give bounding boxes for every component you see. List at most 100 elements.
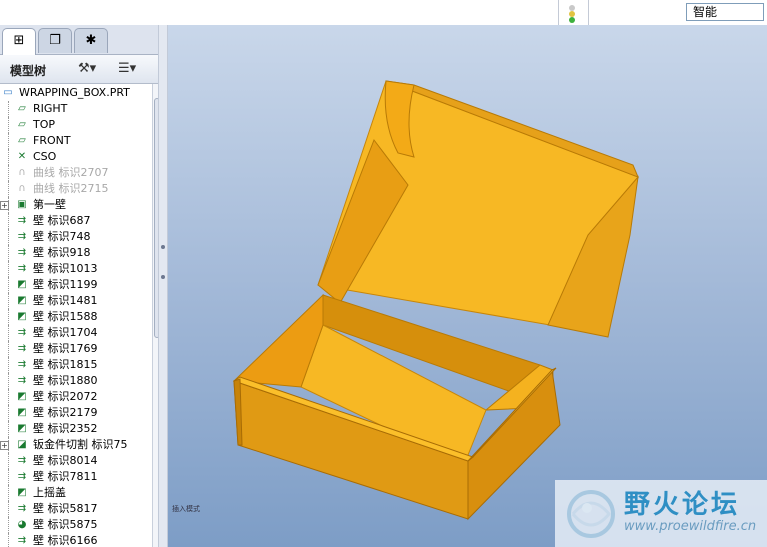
coordinate-system-icon: ✕: [17, 151, 27, 162]
lid-icon: ◩: [17, 487, 27, 498]
flange-wall-icon: ◩: [17, 311, 27, 322]
flat-wall-icon: ⇉: [17, 503, 27, 514]
flat-wall-icon: ⇉: [17, 343, 27, 354]
datum-plane-icon: ▱: [18, 103, 26, 114]
top-toolbar: 智能: [0, 0, 767, 26]
tree-item[interactable]: ⇉ 壁 标识1880: [0, 373, 150, 389]
tree-item-label: 壁 标识1880: [33, 374, 98, 387]
watermark-title: 野火论坛: [624, 490, 741, 520]
flat-wall-icon: ⇉: [17, 327, 27, 338]
bend-wall-icon: ◕: [17, 519, 27, 530]
watermark-logo-icon: [567, 490, 615, 538]
tree-item-label: 壁 标识1199: [33, 278, 98, 291]
tree-item[interactable]: ⇉ 壁 标识1013: [0, 261, 150, 277]
box-model-3d: [232, 80, 639, 521]
tree-item[interactable]: ⇉ 壁 标识918: [0, 245, 150, 261]
flat-wall-icon: ⇉: [17, 263, 27, 274]
tree-item[interactable]: ◩ 壁 标识2072: [0, 389, 150, 405]
tree-item[interactable]: ◩ 壁 标识1588: [0, 309, 150, 325]
tree-item-label: 壁 标识7811: [33, 470, 98, 483]
tree-item-label: 上摇盖: [33, 486, 66, 499]
tree-item[interactable]: ⇉ 壁 标识748: [0, 229, 150, 245]
watermark-url: www.proewildfire.cn: [624, 519, 757, 534]
tab-model-tree[interactable]: ⊞: [2, 28, 36, 55]
tree-item[interactable]: ◩ 上摇盖: [0, 485, 150, 501]
part-icon: ▭: [3, 87, 13, 98]
tree-item-label: 壁 标识2072: [33, 390, 98, 403]
model-tree: ▭ WRAPPING_BOX.PRT ▱ RIGHT ▱ TOP ▱ FRONT ✕ CSO ∩ 曲线…: [0, 84, 152, 547]
flat-wall-icon: ⇉: [17, 455, 27, 466]
tree-item-label: 壁 标识8014: [33, 454, 98, 467]
tree-item-label: 钣金件切割 标识75: [33, 438, 128, 451]
expand-toggle-icon[interactable]: +: [0, 201, 9, 210]
tree-item[interactable]: ◩ 壁 标识1481: [0, 293, 150, 309]
tree-item[interactable]: ∩ 曲线 标识2707: [0, 165, 150, 181]
tree-item-label: WRAPPING_BOX.PRT: [19, 86, 130, 99]
tab-layers[interactable]: ❐: [38, 28, 72, 53]
flange-wall-icon: ◩: [17, 279, 27, 290]
tree-item[interactable]: ⇉ 壁 标识6166: [0, 533, 150, 547]
tree-item-label: FRONT: [33, 134, 71, 147]
toolbar-separator: [588, 0, 589, 25]
tree-item-label: 壁 标识748: [33, 230, 91, 243]
tree-item[interactable]: ▱ TOP: [0, 117, 150, 133]
tree-item[interactable]: ⇉ 壁 标识687: [0, 213, 150, 229]
toolbar-separator: [558, 0, 559, 25]
tree-item[interactable]: ⇉ 壁 标识7811: [0, 469, 150, 485]
pane-splitter[interactable]: [158, 25, 168, 547]
flat-wall-icon: ⇉: [17, 471, 27, 482]
tree-item[interactable]: ⇉ 壁 标识1815: [0, 357, 150, 373]
tree-item-label: TOP: [33, 118, 56, 131]
flat-wall-icon: ⇉: [17, 535, 27, 546]
tree-item[interactable]: ▭ WRAPPING_BOX.PRT: [0, 85, 150, 101]
splitter-grip-icon: [161, 275, 165, 279]
datum-plane-icon: ▱: [18, 119, 26, 130]
tree-item[interactable]: + ◪ 钣金件切割 标识75: [0, 437, 150, 453]
tree-item-label: 壁 标识1481: [33, 294, 98, 307]
tree-item[interactable]: ◩ 壁 标识2352: [0, 421, 150, 437]
expand-toggle-icon[interactable]: +: [0, 441, 9, 450]
flat-wall-icon: ⇉: [17, 231, 27, 242]
flat-wall-icon: ⇉: [17, 375, 27, 386]
tree-item[interactable]: ▱ RIGHT: [0, 101, 150, 117]
tree-item[interactable]: ⇉ 壁 标识8014: [0, 453, 150, 469]
tree-item[interactable]: ◕ 壁 标识5875: [0, 517, 150, 533]
tree-item[interactable]: + ▣ 第一壁: [0, 197, 150, 213]
flange-wall-icon: ◩: [17, 391, 27, 402]
graphics-window[interactable]: 插入模式 野火论坛 www.proewildfire.cn: [168, 25, 767, 547]
navigator-tabs: ⊞ ❐ ✱: [0, 25, 158, 55]
navigator-pane: ⊞ ❐ ✱ 模型树 ⚒▾ ☰▾ ▭ WRAPPING_BOX.PRT ▱ RIGHT ▱…: [0, 25, 160, 547]
tree-item[interactable]: ⇉ 壁 标识1704: [0, 325, 150, 341]
tree-item[interactable]: ◩ 壁 标识2179: [0, 405, 150, 421]
selection-filter-dropdown[interactable]: 智能: [686, 3, 764, 21]
tree-item-label: RIGHT: [33, 102, 68, 115]
tree-item[interactable]: ⇉ 壁 标识5817: [0, 501, 150, 517]
tree-item-label: 第一壁: [33, 198, 66, 211]
tree-item-label: 壁 标识1769: [33, 342, 98, 355]
tree-item[interactable]: ▱ FRONT: [0, 133, 150, 149]
forum-watermark: 野火论坛 www.proewildfire.cn: [555, 480, 767, 547]
splitter-grip-icon: [161, 245, 165, 249]
tree-item[interactable]: ⇉ 壁 标识1769: [0, 341, 150, 357]
tree-settings-button[interactable]: ☰▾: [118, 60, 136, 78]
tree-item-label: 壁 标识918: [33, 246, 91, 259]
flat-wall-icon: ⇉: [17, 359, 27, 370]
tree-item-label: 壁 标识687: [33, 214, 91, 227]
tree-item-label: 壁 标识2179: [33, 406, 98, 419]
tree-item-label: 壁 标识5875: [33, 518, 98, 531]
view-orientation-label: 插入模式: [172, 505, 200, 513]
tree-item-label: 壁 标识1588: [33, 310, 98, 323]
regenerate-status-icon[interactable]: [566, 2, 578, 24]
tree-item[interactable]: ∩ 曲线 标识2715: [0, 181, 150, 197]
tree-item-label: 壁 标识2352: [33, 422, 98, 435]
flat-wall-icon: ⇉: [17, 247, 27, 258]
tree-item[interactable]: ✕ CSO: [0, 149, 150, 165]
flat-wall-icon: ⇉: [17, 215, 27, 226]
sheetmetal-cut-icon: ◪: [17, 439, 27, 450]
tab-favorites[interactable]: ✱: [74, 28, 108, 53]
tree-item[interactable]: ◩ 壁 标识1199: [0, 277, 150, 293]
tree-tools-button[interactable]: ⚒▾: [78, 60, 96, 78]
tree-item-label: 壁 标识1013: [33, 262, 98, 275]
datum-plane-icon: ▱: [18, 135, 26, 146]
box-left-edge: [233, 378, 243, 446]
